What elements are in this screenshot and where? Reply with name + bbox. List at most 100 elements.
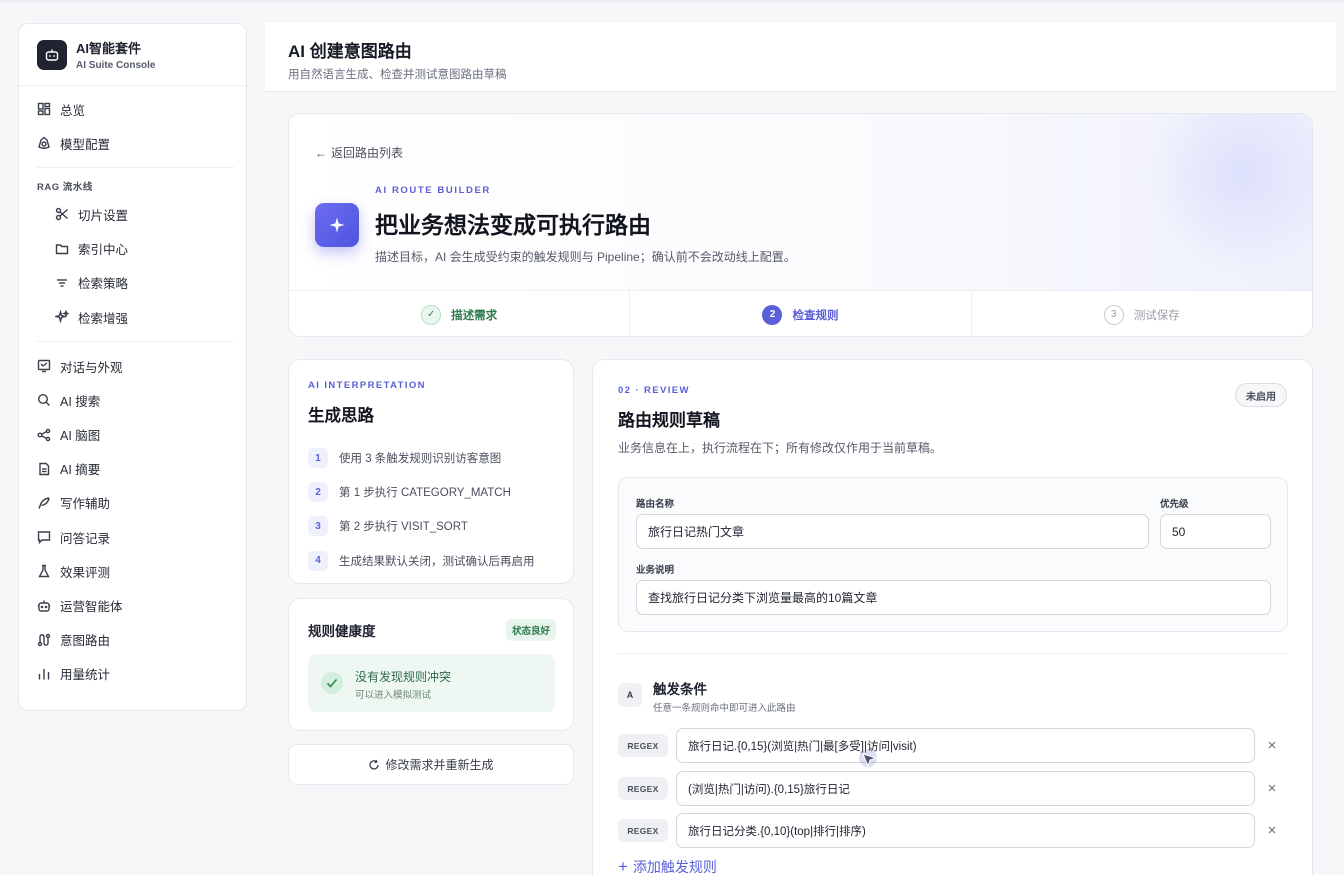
health-result: 没有发现规则冲突 可以进入模拟测试 [308,654,555,712]
review-eyebrow: 02 · REVIEW [618,385,690,396]
section-divider [618,653,1288,654]
priority-input[interactable]: 50 [1160,514,1271,549]
robot-icon [37,600,51,612]
sidebar-item-chat-appearance[interactable]: 对话与外观 [19,349,246,383]
trigger-rule-row: REGEX (浏览|热门|访问).{0,15}旅行日记 × [618,771,1288,806]
brand-title: AI智能套件 [76,41,142,56]
sidebar-item-label: 运营智能体 [60,600,123,615]
rule-type-select[interactable]: REGEX [618,819,668,842]
list-item: 3 第 2 步执行 VISIT_SORT [308,509,558,543]
sidebar-item-intent-route[interactable]: 意图路由 [19,623,246,657]
sidebar-item-evaluation[interactable]: 效果评测 [19,554,246,588]
route-info-form: 路由名称 旅行日记热门文章 优先级 50 业务说明 查找旅行日记分类下浏览量最高… [618,477,1288,632]
step-test-save[interactable]: 3 测试保存 [972,291,1312,336]
business-desc-input[interactable]: 查找旅行日记分类下浏览量最高的10篇文章 [636,580,1271,615]
sidebar-item-overview[interactable]: 总览 [19,92,246,126]
route-icon [37,633,51,646]
nav-group-rag: RAG 流水线 [37,182,93,194]
sidebar-item-ai-summary[interactable]: AI 摘要 [19,452,246,486]
add-trigger-rule-button[interactable]: + 添加触发规则 [618,857,717,875]
sidebar-item-label: 写作辅助 [60,497,111,512]
sidebar-item-qa-records[interactable]: 问答记录 [19,520,246,554]
folder-icon [55,243,69,254]
nav-divider [37,167,234,169]
pen-icon [38,497,50,509]
step-label: 检查规则 [792,309,839,322]
check-icon [321,672,343,694]
route-draft-review-card: 02 · REVIEW 路由规则草稿 业务信息在上，执行流程在下；所有修改仅作用… [592,359,1313,875]
filter-icon [57,279,67,287]
back-to-route-list-link[interactable]: ← 返回路由列表 [315,144,403,161]
route-name-input[interactable]: 旅行日记热门文章 [636,514,1149,549]
sidebar-item-label: 总览 [60,103,86,118]
regenerate-button[interactable]: 修改需求并重新生成 [288,744,574,785]
close-icon[interactable]: × [1263,779,1281,797]
rule-type-select[interactable]: REGEX [618,777,668,800]
sidebar-item-label: 检索增强 [78,311,129,326]
health-message: 没有发现规则冲突 [355,670,452,684]
priority-label: 优先级 [1160,499,1189,510]
trigger-rule-row: REGEX 旅行日记.{0,15}(浏览|热门|最[多受]|访问|visit) … [618,728,1288,763]
close-icon[interactable]: × [1263,821,1281,839]
rule-type-select[interactable]: REGEX [618,734,668,757]
sidebar-item-usage-stats[interactable]: 用量统计 [19,657,246,691]
brand[interactable]: AI智能套件 AI Suite Console [19,24,246,86]
sparkle-icon [315,203,359,247]
rule-pattern-input[interactable]: 旅行日记分类.{0,10}(top|排行|排序) [676,813,1255,848]
list-item: 4 生成结果默认关闭，测试确认后再启用 [308,544,558,578]
sidebar-item-label: 索引中心 [78,243,129,258]
plus-icon: + [618,857,628,875]
list-item-text: 使用 3 条触发规则识别访客意图 [339,453,502,466]
close-icon[interactable]: × [1263,736,1281,754]
page-title: AI 创建意图路由 [288,42,412,61]
sidebar-item-label: 用量统计 [60,668,111,683]
sidebar-item-label: 检索策略 [78,277,129,292]
message-icon [37,531,51,545]
step-number-badge: 2 [308,482,328,503]
list-item-text: 生成结果默认关闭，测试确认后再启用 [339,555,535,568]
hero-eyebrow: AI ROUTE BUILDER [375,185,491,196]
sidebar-item-chunk-settings[interactable]: 切片设置 [19,197,246,231]
business-desc-label: 业务说明 [636,565,675,576]
sidebar-item-label: AI 摘要 [60,463,101,478]
sidebar-item-retrieval-strategy[interactable]: 检索策略 [19,266,246,300]
step-review[interactable]: 2 检查规则 [630,291,972,336]
sidebar-item-ops-agent[interactable]: 运营智能体 [19,588,246,622]
sidebar-item-label: AI 脑图 [60,429,101,444]
ai-interpretation-card: AI INTERPRETATION 生成思路 1 使用 3 条触发规则识别访客意… [288,359,574,584]
sidebar-item-model-config[interactable]: 模型配置 [19,126,246,160]
add-rule-label: 添加触发规则 [632,859,717,875]
step-label: 描述需求 [451,309,498,322]
sidebar-item-index-center[interactable]: 索引中心 [19,232,246,266]
list-item-text: 第 1 步执行 CATEGORY_MATCH [339,487,511,500]
wizard-steps: ✓ 描述需求 2 检查规则 3 测试保存 [289,290,1312,336]
status-badge: 状态良好 [505,619,556,641]
sidebar-item-label: 模型配置 [60,137,111,152]
review-title: 路由规则草稿 [618,411,720,430]
step-number: 2 [762,304,783,325]
sidebar-item-label: 切片设置 [78,208,129,223]
sidebar-item-label: 效果评测 [60,565,111,580]
sidebar-nav: 总览 模型配置 RAG 流水线 切片设置 索引中心 检索策略 检索增强 对话与外… [19,86,246,691]
step-describe[interactable]: ✓ 描述需求 [289,291,631,336]
mindmap-icon [37,428,51,441]
bar-chart-icon [38,668,50,680]
sidebar-item-ai-search[interactable]: AI 搜索 [19,383,246,417]
model-icon [38,136,50,150]
chat-window-icon [37,360,51,373]
rule-pattern-input[interactable]: (浏览|热门|访问).{0,15}旅行日记 [676,771,1255,806]
regenerate-label: 修改需求并重新生成 [385,758,494,772]
step-number: 3 [1103,304,1124,325]
sidebar-item-ai-mindmap[interactable]: AI 脑图 [19,418,246,452]
brand-subtitle: AI Suite Console [76,60,156,71]
sidebar-item-label: AI 搜索 [60,394,101,409]
trigger-rule-row: REGEX 旅行日记分类.{0,10}(top|排行|排序) × [618,813,1288,848]
search-icon [37,394,50,407]
sidebar-item-retrieval-enhance[interactable]: 检索增强 [19,300,246,334]
sidebar-item-writing-assist[interactable]: 写作辅助 [19,486,246,520]
page-subtitle: 用自然语言生成、检查并测试意图路由草稿 [288,69,507,81]
rule-pattern-input[interactable]: 旅行日记.{0,15}(浏览|热门|最[多受]|访问|visit) [676,728,1255,763]
page-header: AI 创建意图路由 用自然语言生成、检查并测试意图路由草稿 [265,23,1336,92]
interpretation-eyebrow: AI INTERPRETATION [308,380,426,391]
arrow-left-icon: ← [315,145,327,160]
